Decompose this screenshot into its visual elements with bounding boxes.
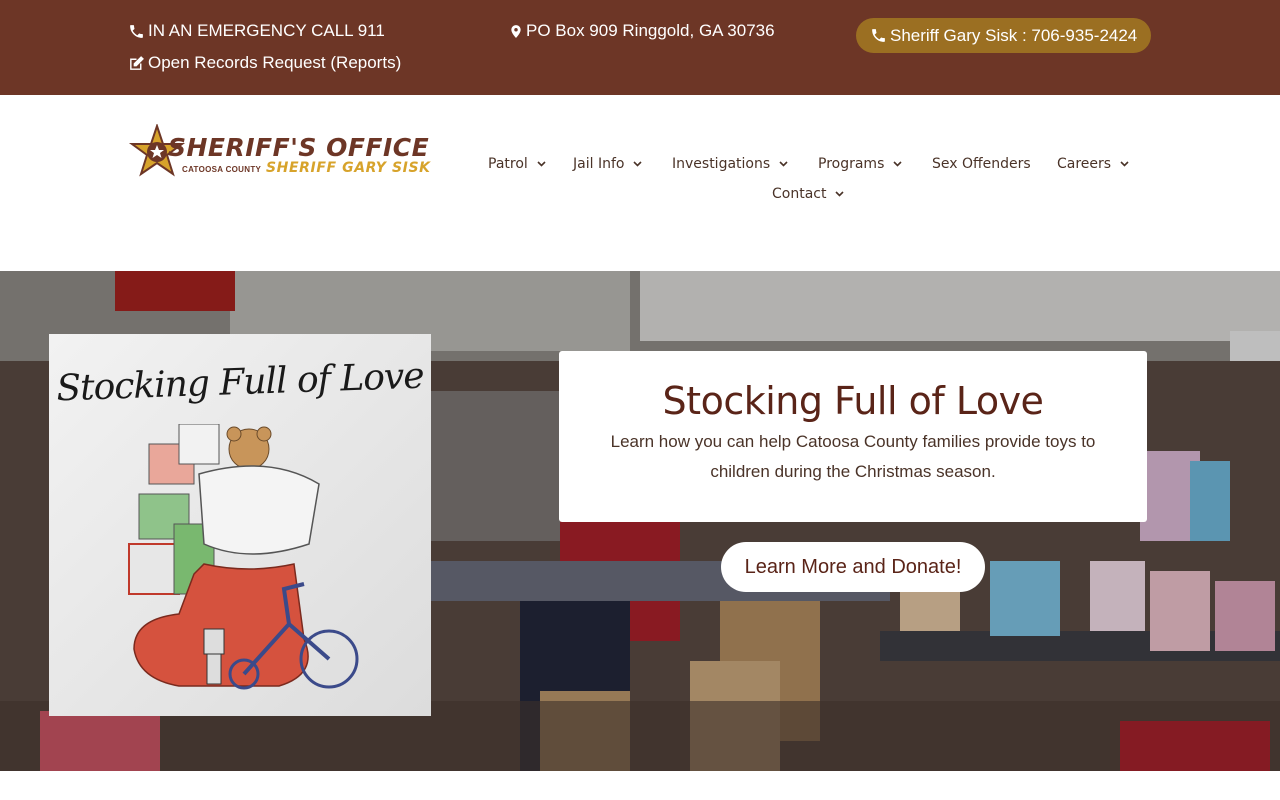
map-marker-icon: [511, 24, 521, 38]
chevron-down-icon: [633, 161, 643, 167]
nav-item-label: Careers: [1057, 156, 1112, 172]
address-text: PO Box 909 Ringgold, GA 30736: [526, 21, 775, 40]
nav-item-label: Programs: [818, 156, 885, 172]
phone-icon: [872, 29, 885, 42]
nav-item-jail-info[interactable]: Jail Info: [573, 156, 643, 172]
poster-title: Stocking Full of Love: [55, 355, 425, 410]
stocking-illustration: [128, 424, 359, 690]
nav-item-investigations[interactable]: Investigations: [672, 156, 788, 172]
nav-item-label: Investigations: [672, 156, 771, 172]
emergency-text: IN AN EMERGENCY CALL 911: [148, 21, 385, 40]
logo-title: SHERIFF'S OFFICE: [168, 133, 430, 162]
chevron-down-icon: [779, 161, 788, 167]
nav-item-label: Sex Offenders: [932, 156, 1031, 172]
chevron-down-icon: [835, 191, 845, 197]
nav-item-contact[interactable]: Contact: [772, 186, 845, 202]
nav-item-patrol[interactable]: Patrol: [488, 156, 546, 172]
stocking-poster: Stocking Full of Love: [49, 334, 431, 716]
nav-item-label: Patrol: [488, 156, 528, 172]
nav-item-label: Jail Info: [573, 156, 625, 172]
address: PO Box 909 Ringgold, GA 30736: [509, 21, 775, 41]
top-bar: IN AN EMERGENCY CALL 911 Open Records Re…: [0, 0, 1280, 95]
nav-item-label: Contact: [772, 186, 827, 202]
site-logo[interactable]: SHERIFF'S OFFICE CATOOSA COUNTY SHERIFF …: [128, 124, 470, 184]
logo-county: CATOOSA COUNTY: [182, 165, 262, 174]
open-records-link[interactable]: Open Records Request (Reports): [128, 53, 401, 73]
chevron-down-icon: [1120, 161, 1129, 167]
chevron-down-icon: [893, 161, 902, 167]
sheriff-phone-label: Sheriff Gary Sisk : 706-935-2424: [890, 25, 1138, 45]
promo-title: Stocking Full of Love: [662, 379, 1044, 423]
nav-item-programs[interactable]: Programs: [818, 156, 902, 172]
chevron-down-icon: [537, 161, 546, 167]
nav-item-careers[interactable]: Careers: [1057, 156, 1129, 172]
promo-card: Stocking Full of Love Learn how you can …: [559, 351, 1147, 522]
nav-item-sex-offenders[interactable]: Sex Offenders: [932, 156, 1031, 172]
learn-more-donate-button[interactable]: Learn More and Donate!: [721, 542, 985, 592]
edit-icon: [130, 55, 144, 70]
open-records-label: Open Records Request (Reports): [148, 53, 402, 72]
phone-icon: [130, 24, 143, 38]
sheriff-phone-button[interactable]: Sheriff Gary Sisk : 706-935-2424: [856, 18, 1152, 53]
promo-description: Learn how you can help Catoosa County fa…: [610, 432, 1096, 481]
emergency-notice: IN AN EMERGENCY CALL 911: [128, 21, 385, 41]
logo-sheriff: SHERIFF GARY SISK: [266, 160, 431, 176]
